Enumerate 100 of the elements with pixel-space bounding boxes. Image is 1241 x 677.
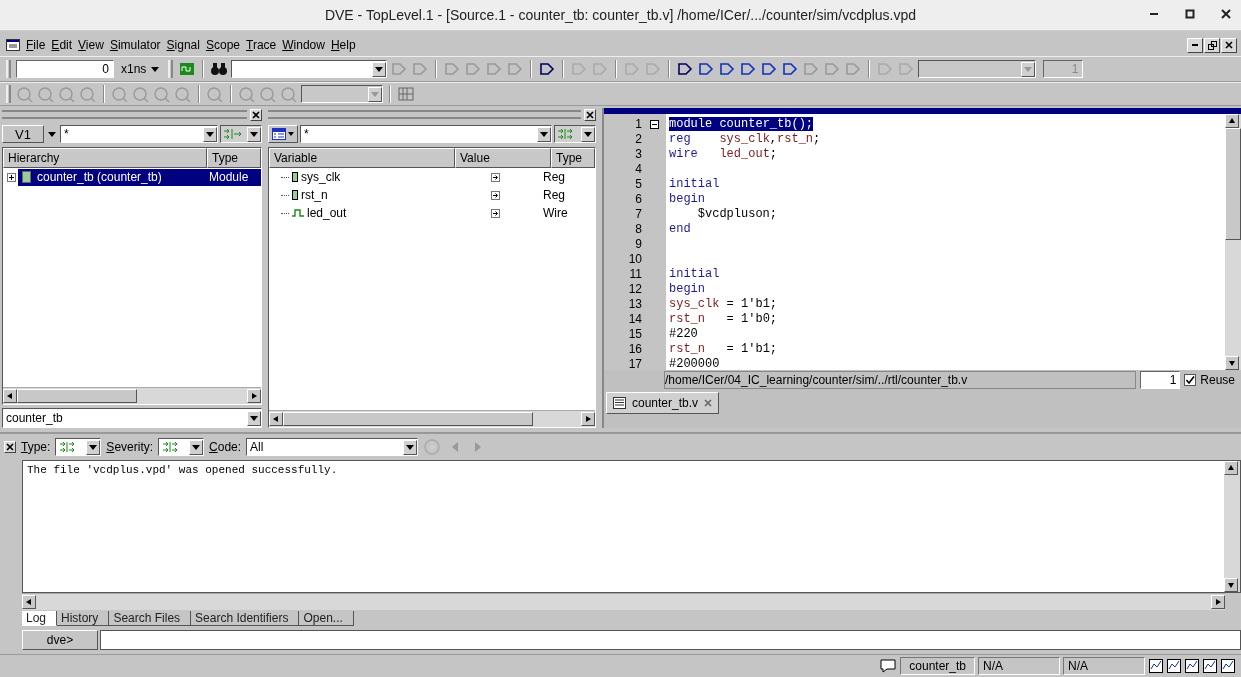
view-menu-button[interactable] bbox=[268, 125, 298, 143]
reuse-checkbox[interactable] bbox=[1184, 374, 1197, 386]
filter-combo[interactable]: * bbox=[300, 125, 552, 143]
code-line: $vcdpluson; bbox=[696, 207, 778, 221]
minimize-icon bbox=[1150, 13, 1158, 15]
pane-grip[interactable] bbox=[268, 110, 581, 119]
severity-dropdown[interactable] bbox=[158, 438, 205, 456]
scrollbar-thumb[interactable] bbox=[1225, 128, 1241, 240]
toolbar-grip[interactable] bbox=[6, 85, 11, 103]
triangle-icon bbox=[585, 416, 591, 422]
menu-item[interactable]: Simulator bbox=[108, 38, 166, 52]
caret-icon bbox=[89, 444, 98, 450]
line-number: 9 bbox=[635, 237, 642, 252]
status-field: N/A bbox=[978, 657, 1060, 675]
menu-item[interactable]: Scope bbox=[204, 38, 245, 52]
log-tab[interactable]: Open... bbox=[299, 611, 354, 626]
code-dropdown[interactable]: All bbox=[246, 438, 419, 456]
variable-type: Reg bbox=[542, 170, 565, 184]
line-number: 16 bbox=[628, 342, 642, 357]
scrollbar-thumb[interactable] bbox=[17, 389, 137, 403]
scroll-down-button[interactable] bbox=[1224, 578, 1238, 592]
dropdown[interactable] bbox=[918, 60, 1037, 78]
filter-type-dropdown[interactable] bbox=[220, 125, 262, 143]
scroll-up-button[interactable] bbox=[1225, 114, 1239, 128]
status-scope: counter_tb bbox=[900, 657, 975, 675]
menu-item[interactable]: Edit bbox=[50, 38, 78, 52]
scroll-right-button[interactable] bbox=[1211, 595, 1225, 609]
toolbar-grip[interactable] bbox=[168, 60, 174, 78]
tree-row[interactable]: counter_tb (counter_tb) Module bbox=[18, 168, 261, 186]
maximize-button[interactable] bbox=[1183, 7, 1197, 21]
restore-button[interactable] bbox=[1204, 37, 1220, 53]
caret-icon bbox=[48, 131, 56, 137]
scrollbar-thumb[interactable] bbox=[283, 412, 533, 426]
line-number: 2 bbox=[635, 132, 642, 147]
filter-combo[interactable]: * bbox=[60, 125, 218, 143]
scroll-right-button[interactable] bbox=[247, 389, 261, 403]
variable-name[interactable]: sys_clk bbox=[301, 170, 341, 184]
menu-item[interactable]: File bbox=[25, 38, 51, 52]
triangle-icon bbox=[1229, 360, 1235, 366]
time-field[interactable]: 0 bbox=[16, 60, 114, 78]
line-field[interactable]: 1 bbox=[1140, 371, 1181, 389]
scope-button[interactable]: V1 bbox=[2, 125, 44, 143]
filter-icon bbox=[59, 441, 76, 453]
close-button[interactable] bbox=[584, 108, 596, 121]
expand-icon[interactable] bbox=[7, 172, 16, 182]
close-icon bbox=[1221, 9, 1231, 19]
pane-grip[interactable] bbox=[2, 110, 247, 119]
close-button[interactable] bbox=[250, 108, 262, 121]
filter-icon bbox=[162, 441, 179, 453]
close-button[interactable] bbox=[1219, 7, 1233, 21]
triangle-icon bbox=[26, 599, 32, 605]
status-field: N/A bbox=[1063, 657, 1145, 675]
menu-item[interactable]: Trace bbox=[245, 38, 282, 52]
variable-name[interactable]: led_out bbox=[307, 206, 347, 220]
scroll-left-button[interactable] bbox=[269, 412, 283, 426]
scroll-down-button[interactable] bbox=[1225, 356, 1239, 370]
type-dropdown[interactable] bbox=[55, 438, 102, 456]
dropdown[interactable] bbox=[301, 85, 383, 103]
code-line: wire led_out; bbox=[669, 147, 778, 161]
menu-item[interactable]: Help bbox=[329, 38, 361, 52]
column-header[interactable]: Hierarchy bbox=[3, 148, 207, 168]
search-combo[interactable] bbox=[231, 60, 388, 78]
collapse-icon[interactable] bbox=[649, 120, 659, 129]
column-header[interactable]: Value bbox=[455, 148, 551, 168]
minimize-button[interactable] bbox=[1187, 37, 1203, 53]
scroll-right-button[interactable] bbox=[581, 412, 595, 426]
prompt-button[interactable]: dve> bbox=[22, 630, 98, 650]
close-button[interactable] bbox=[4, 441, 16, 453]
value-arrow-icon[interactable] bbox=[490, 190, 500, 200]
scope-combo[interactable]: counter_tb bbox=[2, 408, 262, 428]
line-number: 5 bbox=[635, 177, 642, 192]
speech-bubble-icon[interactable] bbox=[879, 658, 898, 674]
type-label: Type: bbox=[21, 440, 51, 454]
menu-item[interactable]: Window bbox=[281, 38, 330, 52]
menu-item[interactable]: View bbox=[77, 38, 109, 52]
unit-dropdown[interactable]: x1ns bbox=[117, 62, 164, 76]
filter-type-dropdown[interactable] bbox=[554, 125, 596, 143]
close-icon bbox=[704, 399, 713, 407]
column-header[interactable]: Type bbox=[551, 148, 595, 168]
command-field[interactable] bbox=[100, 630, 1241, 650]
column-header[interactable]: Variable bbox=[269, 148, 455, 168]
scroll-left-button[interactable] bbox=[3, 389, 17, 403]
value-arrow-icon[interactable] bbox=[490, 208, 500, 218]
log-tab[interactable]: History bbox=[57, 611, 110, 626]
variable-name[interactable]: rst_n bbox=[301, 188, 328, 202]
menu-item[interactable]: Signal bbox=[165, 38, 205, 52]
value-arrow-icon[interactable] bbox=[490, 172, 500, 182]
line-number: 15 bbox=[628, 327, 642, 342]
binoculars-icon[interactable] bbox=[210, 61, 229, 77]
scroll-left-button[interactable] bbox=[22, 595, 36, 609]
restore-icon bbox=[1207, 40, 1217, 50]
column-header[interactable]: Type bbox=[207, 148, 261, 168]
log-tab[interactable]: Search Files bbox=[109, 611, 192, 626]
file-tab[interactable]: counter_tb.v bbox=[606, 392, 720, 414]
toolbar-grip[interactable] bbox=[6, 60, 11, 78]
close-button[interactable] bbox=[1221, 37, 1237, 53]
log-tab[interactable]: Log bbox=[22, 611, 58, 626]
scroll-up-button[interactable] bbox=[1224, 461, 1238, 475]
window-menu-icon[interactable] bbox=[6, 39, 20, 51]
log-tab[interactable]: Search Identifiers bbox=[191, 611, 300, 626]
